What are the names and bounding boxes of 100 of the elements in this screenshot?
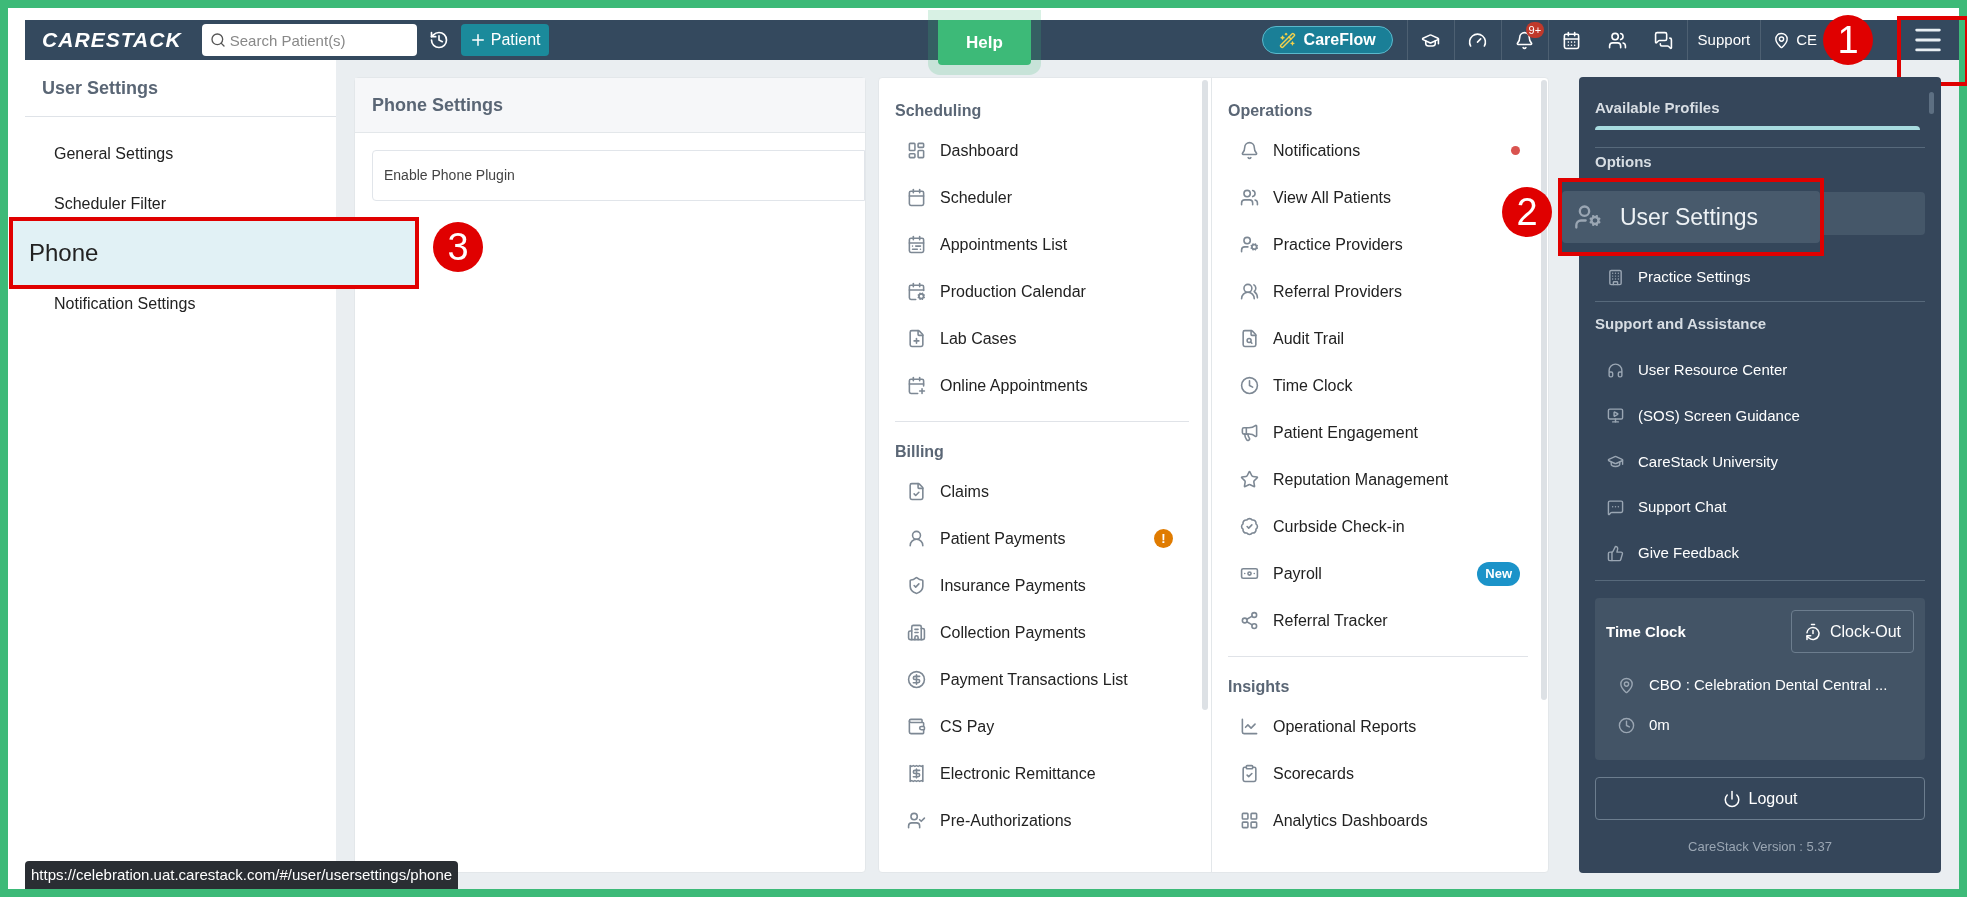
calendar-icon xyxy=(907,188,926,207)
people-icon[interactable] xyxy=(1608,30,1628,50)
scrollbar[interactable] xyxy=(1929,92,1934,114)
scrollbar[interactable] xyxy=(1202,80,1208,710)
menu-item[interactable]: Audit Trail xyxy=(1273,326,1345,351)
location-label[interactable]: CE xyxy=(1796,28,1817,52)
section-title: Billing xyxy=(895,442,944,462)
shield-icon xyxy=(907,576,926,595)
location-pin-icon[interactable] xyxy=(1773,31,1791,49)
monitor-play-icon xyxy=(1607,407,1624,425)
line-chart-icon xyxy=(1240,717,1259,736)
careflow-button[interactable]: CareFlow xyxy=(1261,26,1393,54)
menu-item[interactable]: Patient Payments xyxy=(940,526,1066,551)
sidebar-title: User Settings xyxy=(42,76,159,100)
menu-item[interactable]: Pre-Authorizations xyxy=(940,808,1072,833)
wallet-icon xyxy=(907,717,926,736)
clock-icon xyxy=(1618,716,1635,734)
menu-item[interactable]: Scheduler xyxy=(940,185,1013,210)
clock-icon xyxy=(1240,376,1259,395)
sidebar-item[interactable]: Scheduler Filter xyxy=(25,192,167,216)
option-item[interactable]: Practice Settings xyxy=(1595,257,1925,297)
location-pin-icon xyxy=(1618,676,1635,694)
chat-icon xyxy=(1607,499,1624,517)
section-title: Insights xyxy=(1228,677,1290,697)
menu-item[interactable]: View All Patients xyxy=(1273,185,1391,210)
menu-item[interactable]: Claims xyxy=(940,479,989,504)
menu-item[interactable]: Referral Tracker xyxy=(1273,608,1388,633)
menu-item[interactable]: Payment Transactions List xyxy=(940,667,1128,692)
person-icon xyxy=(907,529,926,548)
user-gear-icon xyxy=(1574,203,1602,231)
section-title: Operations xyxy=(1228,101,1313,121)
support-link[interactable]: Support xyxy=(1687,28,1761,52)
support-item[interactable]: CareStack University xyxy=(1638,450,1779,474)
logout-button[interactable]: Logout xyxy=(1595,777,1925,820)
search-icon xyxy=(209,32,226,48)
megaphone-icon xyxy=(1240,423,1259,442)
menu-item[interactable]: Notifications xyxy=(1273,138,1361,163)
setting-row[interactable]: Enable Phone Plugin xyxy=(372,150,865,201)
menu-item[interactable]: Referral Providers xyxy=(1273,279,1402,304)
menu-item[interactable]: CS Pay xyxy=(940,714,995,739)
section-title: Scheduling xyxy=(895,101,982,121)
menu-item[interactable]: Scorecards xyxy=(1273,761,1354,786)
menu-item[interactable]: Insurance Payments xyxy=(940,573,1086,598)
calendar-gear-icon xyxy=(907,282,926,301)
menu-item[interactable]: Online Appointments xyxy=(940,373,1088,398)
support-item[interactable]: User Resource Center xyxy=(1638,358,1788,382)
thumbs-up-icon xyxy=(1607,545,1624,563)
chat-icon[interactable] xyxy=(1654,30,1674,50)
clipboard-check-icon xyxy=(1240,764,1259,783)
menu-item[interactable]: Analytics Dashboards xyxy=(1273,808,1428,833)
people-icon xyxy=(1240,282,1259,301)
menu-item[interactable]: Operational Reports xyxy=(1273,714,1417,739)
card-title: Time Clock xyxy=(1606,621,1686,642)
headset-icon xyxy=(1607,361,1624,379)
menu-item[interactable]: Patient Engagement xyxy=(1273,420,1418,445)
calendar-icon[interactable] xyxy=(1562,30,1582,50)
timer-icon xyxy=(1803,622,1822,641)
clock-out-button[interactable]: Clock-Out xyxy=(1790,610,1914,654)
scrollbar[interactable] xyxy=(1541,80,1547,700)
menu-item[interactable]: Production Calendar xyxy=(940,279,1086,304)
user-gear-icon xyxy=(1240,235,1259,254)
menu-item[interactable]: Curbside Check-in xyxy=(1273,514,1405,539)
menu-item[interactable]: Payroll xyxy=(1273,561,1322,586)
menu-item[interactable]: Collection Payments xyxy=(940,620,1086,645)
section-title: Options xyxy=(1595,152,1652,173)
grid-icon xyxy=(1240,811,1259,830)
support-item[interactable]: Give Feedback xyxy=(1638,542,1739,565)
bell-icon xyxy=(1240,141,1259,160)
menu-item[interactable]: Reputation Management xyxy=(1273,467,1449,492)
menu-item[interactable]: Dashboard xyxy=(940,138,1019,163)
logo[interactable]: CARESTACK xyxy=(40,27,188,53)
menu-item[interactable]: Lab Cases xyxy=(940,326,1017,351)
panel-title: Phone Settings xyxy=(372,93,503,117)
menu-item[interactable]: Practice Providers xyxy=(1273,232,1403,257)
sidebar-item[interactable]: Phone xyxy=(9,217,419,289)
new-badge: New xyxy=(1477,561,1520,586)
support-item[interactable]: Support Chat xyxy=(1638,496,1727,519)
menu-item[interactable]: Time Clock xyxy=(1273,373,1353,398)
sidebar-item[interactable]: General Settings xyxy=(25,142,174,166)
warning-badge: ! xyxy=(1154,529,1173,548)
add-patient-button[interactable]: Patient xyxy=(460,24,549,56)
notification-count: 9+ xyxy=(1525,21,1545,38)
option-item[interactable]: User Settings xyxy=(1558,178,1824,256)
share-icon xyxy=(1240,611,1259,630)
menu-item[interactable]: Appointments List xyxy=(940,232,1068,257)
search-field[interactable]: Search Patient(s) xyxy=(201,24,417,56)
history-icon[interactable] xyxy=(428,30,449,50)
menu-item[interactable]: Electronic Remittance xyxy=(940,761,1096,786)
user-check-icon xyxy=(907,811,926,830)
gauge-icon[interactable] xyxy=(1468,30,1488,50)
link-url-tooltip: https://celebration.uat.carestack.com/#/user/usersettings/phone xyxy=(25,861,459,889)
duration-text: 0m xyxy=(1649,715,1670,736)
file-check-icon xyxy=(907,482,926,501)
support-item[interactable]: (SOS) Screen Guidance xyxy=(1638,404,1800,428)
calendar-list-icon xyxy=(907,235,926,254)
sidebar-item[interactable]: Notification Settings xyxy=(25,292,196,316)
version-text: CareStack Version : 5.37 xyxy=(1688,837,1832,856)
dollar-circle-icon xyxy=(907,670,926,689)
check-badge-icon xyxy=(1240,517,1259,536)
star-icon xyxy=(1240,470,1259,489)
